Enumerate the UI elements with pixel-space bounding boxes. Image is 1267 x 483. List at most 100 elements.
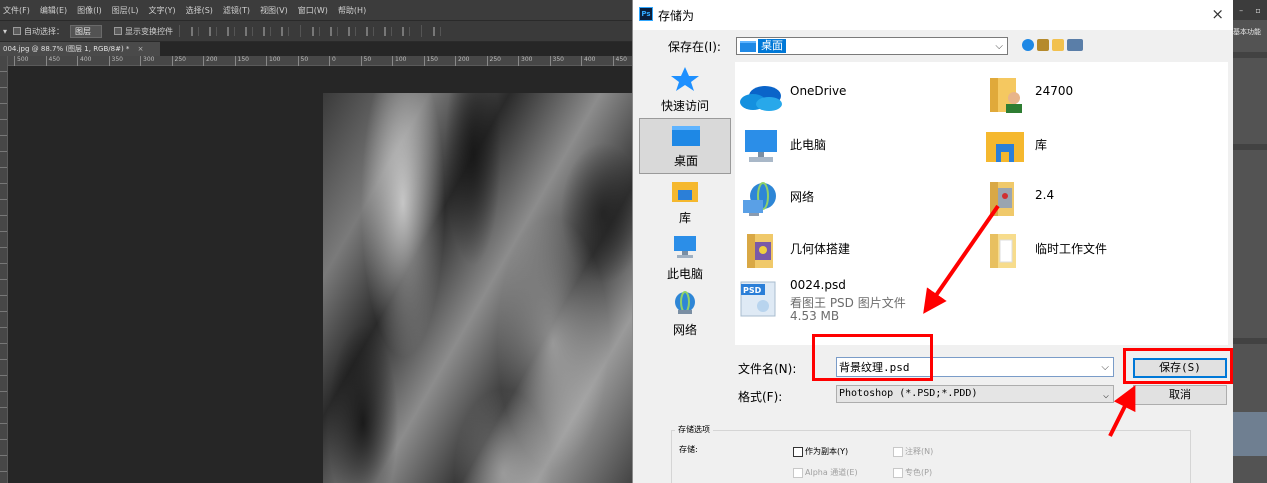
close-icon[interactable]: × [1211, 5, 1224, 23]
distribute-right-icon[interactable] [402, 26, 411, 36]
as-copy-checkbox[interactable]: 作为副本(Y) [793, 446, 848, 457]
network-icon [743, 182, 776, 216]
close-tab-icon[interactable]: × [138, 45, 144, 53]
checkbox-box[interactable] [793, 446, 803, 457]
image-canvas[interactable] [323, 93, 632, 483]
save-as-dialog: Ps 存储为 × 保存在(I): 桌面 ⌵ 快速访问 桌面 库 此电脑 网络 O… [632, 0, 1233, 483]
file-size: 4.53 MB [790, 309, 840, 323]
cancel-button[interactable]: 取消 [1133, 385, 1227, 405]
ruler-tick-label: 400 [581, 56, 595, 66]
menu-view[interactable]: 视图(V) [260, 5, 288, 16]
distribute-left-icon[interactable] [366, 26, 375, 36]
distribute-top-icon[interactable] [312, 26, 321, 36]
ruler-tick-label: 100 [392, 56, 406, 66]
menu-file[interactable]: 文件(F) [3, 5, 30, 16]
list-item[interactable]: 此电脑 [735, 122, 955, 168]
align-right-icon[interactable] [281, 26, 290, 36]
menu-window[interactable]: 窗口(W) [298, 5, 328, 16]
align-vcenter-icon[interactable] [209, 26, 218, 36]
window-controls: – ▫ [1233, 0, 1267, 20]
view-menu-icon[interactable] [1067, 39, 1083, 51]
menu-select[interactable]: 选择(S) [186, 5, 213, 16]
save-in-dropdown[interactable]: 桌面 ⌵ [736, 37, 1008, 55]
ruler-tick-label: 200 [455, 56, 469, 66]
menu-filter[interactable]: 滤镜(T) [223, 5, 250, 16]
restore-icon[interactable]: ▫ [1255, 6, 1260, 15]
align-left-icon[interactable] [245, 26, 254, 36]
toolbar-separator [300, 25, 302, 37]
auto-select-dropdown[interactable]: 图层 [70, 24, 103, 38]
place-library[interactable]: 库 [639, 174, 731, 230]
place-label: 网络 [672, 323, 697, 337]
desktop-icon [740, 41, 756, 52]
file-name: 2.4 [1035, 188, 1055, 202]
up-folder-icon[interactable] [1037, 39, 1049, 51]
alpha-channels-checkbox: Alpha 通道(E) [793, 467, 858, 478]
workspace-switcher[interactable]: 基本功能 [1233, 26, 1267, 38]
distribute-hcenter-icon[interactable] [384, 26, 393, 36]
place-quick-access[interactable]: 快速访问 [639, 62, 731, 118]
selected-layer-band[interactable] [1233, 412, 1267, 456]
menu-help[interactable]: 帮助(H) [338, 5, 366, 16]
ruler-tick-label: 450 [612, 56, 627, 66]
menu-image[interactable]: 图像(I) [77, 5, 102, 16]
list-item[interactable]: OneDrive [735, 70, 955, 116]
panel-divider [1233, 144, 1267, 150]
checkbox-box [793, 467, 803, 478]
list-item[interactable]: 24700 [980, 70, 1200, 116]
computer-icon [745, 130, 777, 162]
align-top-icon[interactable] [191, 26, 200, 36]
library-icon [672, 182, 698, 202]
psd-file-icon: PSD [740, 281, 776, 317]
filename-input[interactable] [839, 359, 1094, 375]
user-folder-icon [990, 78, 1022, 113]
distribute-bottom-icon[interactable] [348, 26, 357, 36]
menu-edit[interactable]: 编辑(E) [40, 5, 67, 16]
menu-layer[interactable]: 图层(L) [112, 5, 139, 16]
ruler-tick-label: 50 [360, 56, 371, 66]
dialog-toolbar [1022, 37, 1086, 53]
folder-icon [990, 234, 1016, 268]
ruler-tick-label: 150 [423, 56, 438, 66]
place-desktop[interactable]: 桌面 [639, 118, 731, 174]
dialog-titlebar: Ps 存储为 × [633, 0, 1233, 30]
list-item[interactable]: 库 [980, 122, 1200, 168]
auto-align-icon[interactable] [433, 26, 442, 36]
file-list: OneDrive 24700 此电脑 库 网络 2.4 几何体搭建 临时工作文件… [735, 62, 1228, 345]
place-this-pc[interactable]: 此电脑 [639, 230, 731, 286]
list-item[interactable]: PSD 0024.psd 看图王 PSD 图片文件 4.53 MB [735, 276, 955, 328]
photoshop-logo-icon: Ps [639, 7, 653, 21]
place-label: 快速访问 [660, 99, 709, 113]
minimize-icon[interactable]: – [1239, 6, 1243, 15]
format-dropdown[interactable]: Photoshop (*.PSD;*.PDD) ⌵ [836, 385, 1114, 403]
ruler-tick-label: 400 [77, 56, 91, 66]
tool-preset-arrow-icon[interactable]: ▾ [3, 27, 7, 36]
list-item[interactable]: 临时工作文件 [980, 226, 1200, 272]
distribute-vcenter-icon[interactable] [330, 26, 339, 36]
panel-divider [1233, 338, 1267, 344]
align-hcenter-icon[interactable] [263, 26, 272, 36]
svg-text:PSD: PSD [743, 286, 762, 295]
place-network[interactable]: 网络 [639, 286, 731, 342]
list-item[interactable]: 几何体搭建 [735, 226, 955, 272]
list-item[interactable]: 网络 [735, 174, 955, 220]
vertical-ruler [0, 56, 8, 483]
notes-checkbox: 注释(N) [893, 446, 933, 457]
filename-combobox[interactable]: ⌵ [836, 357, 1114, 377]
new-folder-icon[interactable] [1052, 39, 1064, 51]
show-transform-checkbox[interactable] [114, 27, 123, 35]
list-item[interactable]: 2.4 [980, 174, 1200, 220]
document-tab[interactable]: 004.jpg @ 88.7% (图层 1, RGB/8#) * × [0, 42, 160, 56]
save-button[interactable]: 保存(S) [1133, 358, 1227, 378]
screen: 文件(F) 编辑(E) 图像(I) 图层(L) 文字(Y) 选择(S) 滤镜(T… [0, 0, 1267, 483]
ruler-tick-label: 300 [140, 56, 154, 66]
back-icon[interactable] [1022, 39, 1034, 51]
auto-select-checkbox[interactable] [13, 27, 22, 35]
align-bottom-icon[interactable] [227, 26, 236, 36]
chevron-down-icon[interactable]: ⌵ [1101, 358, 1109, 377]
show-transform-label: 显示变换控件 [125, 26, 174, 36]
computer-icon [674, 236, 696, 258]
format-value: Photoshop (*.PSD;*.PDD) [839, 388, 978, 399]
menu-type[interactable]: 文字(Y) [148, 5, 175, 16]
toolbar-separator [421, 25, 423, 37]
